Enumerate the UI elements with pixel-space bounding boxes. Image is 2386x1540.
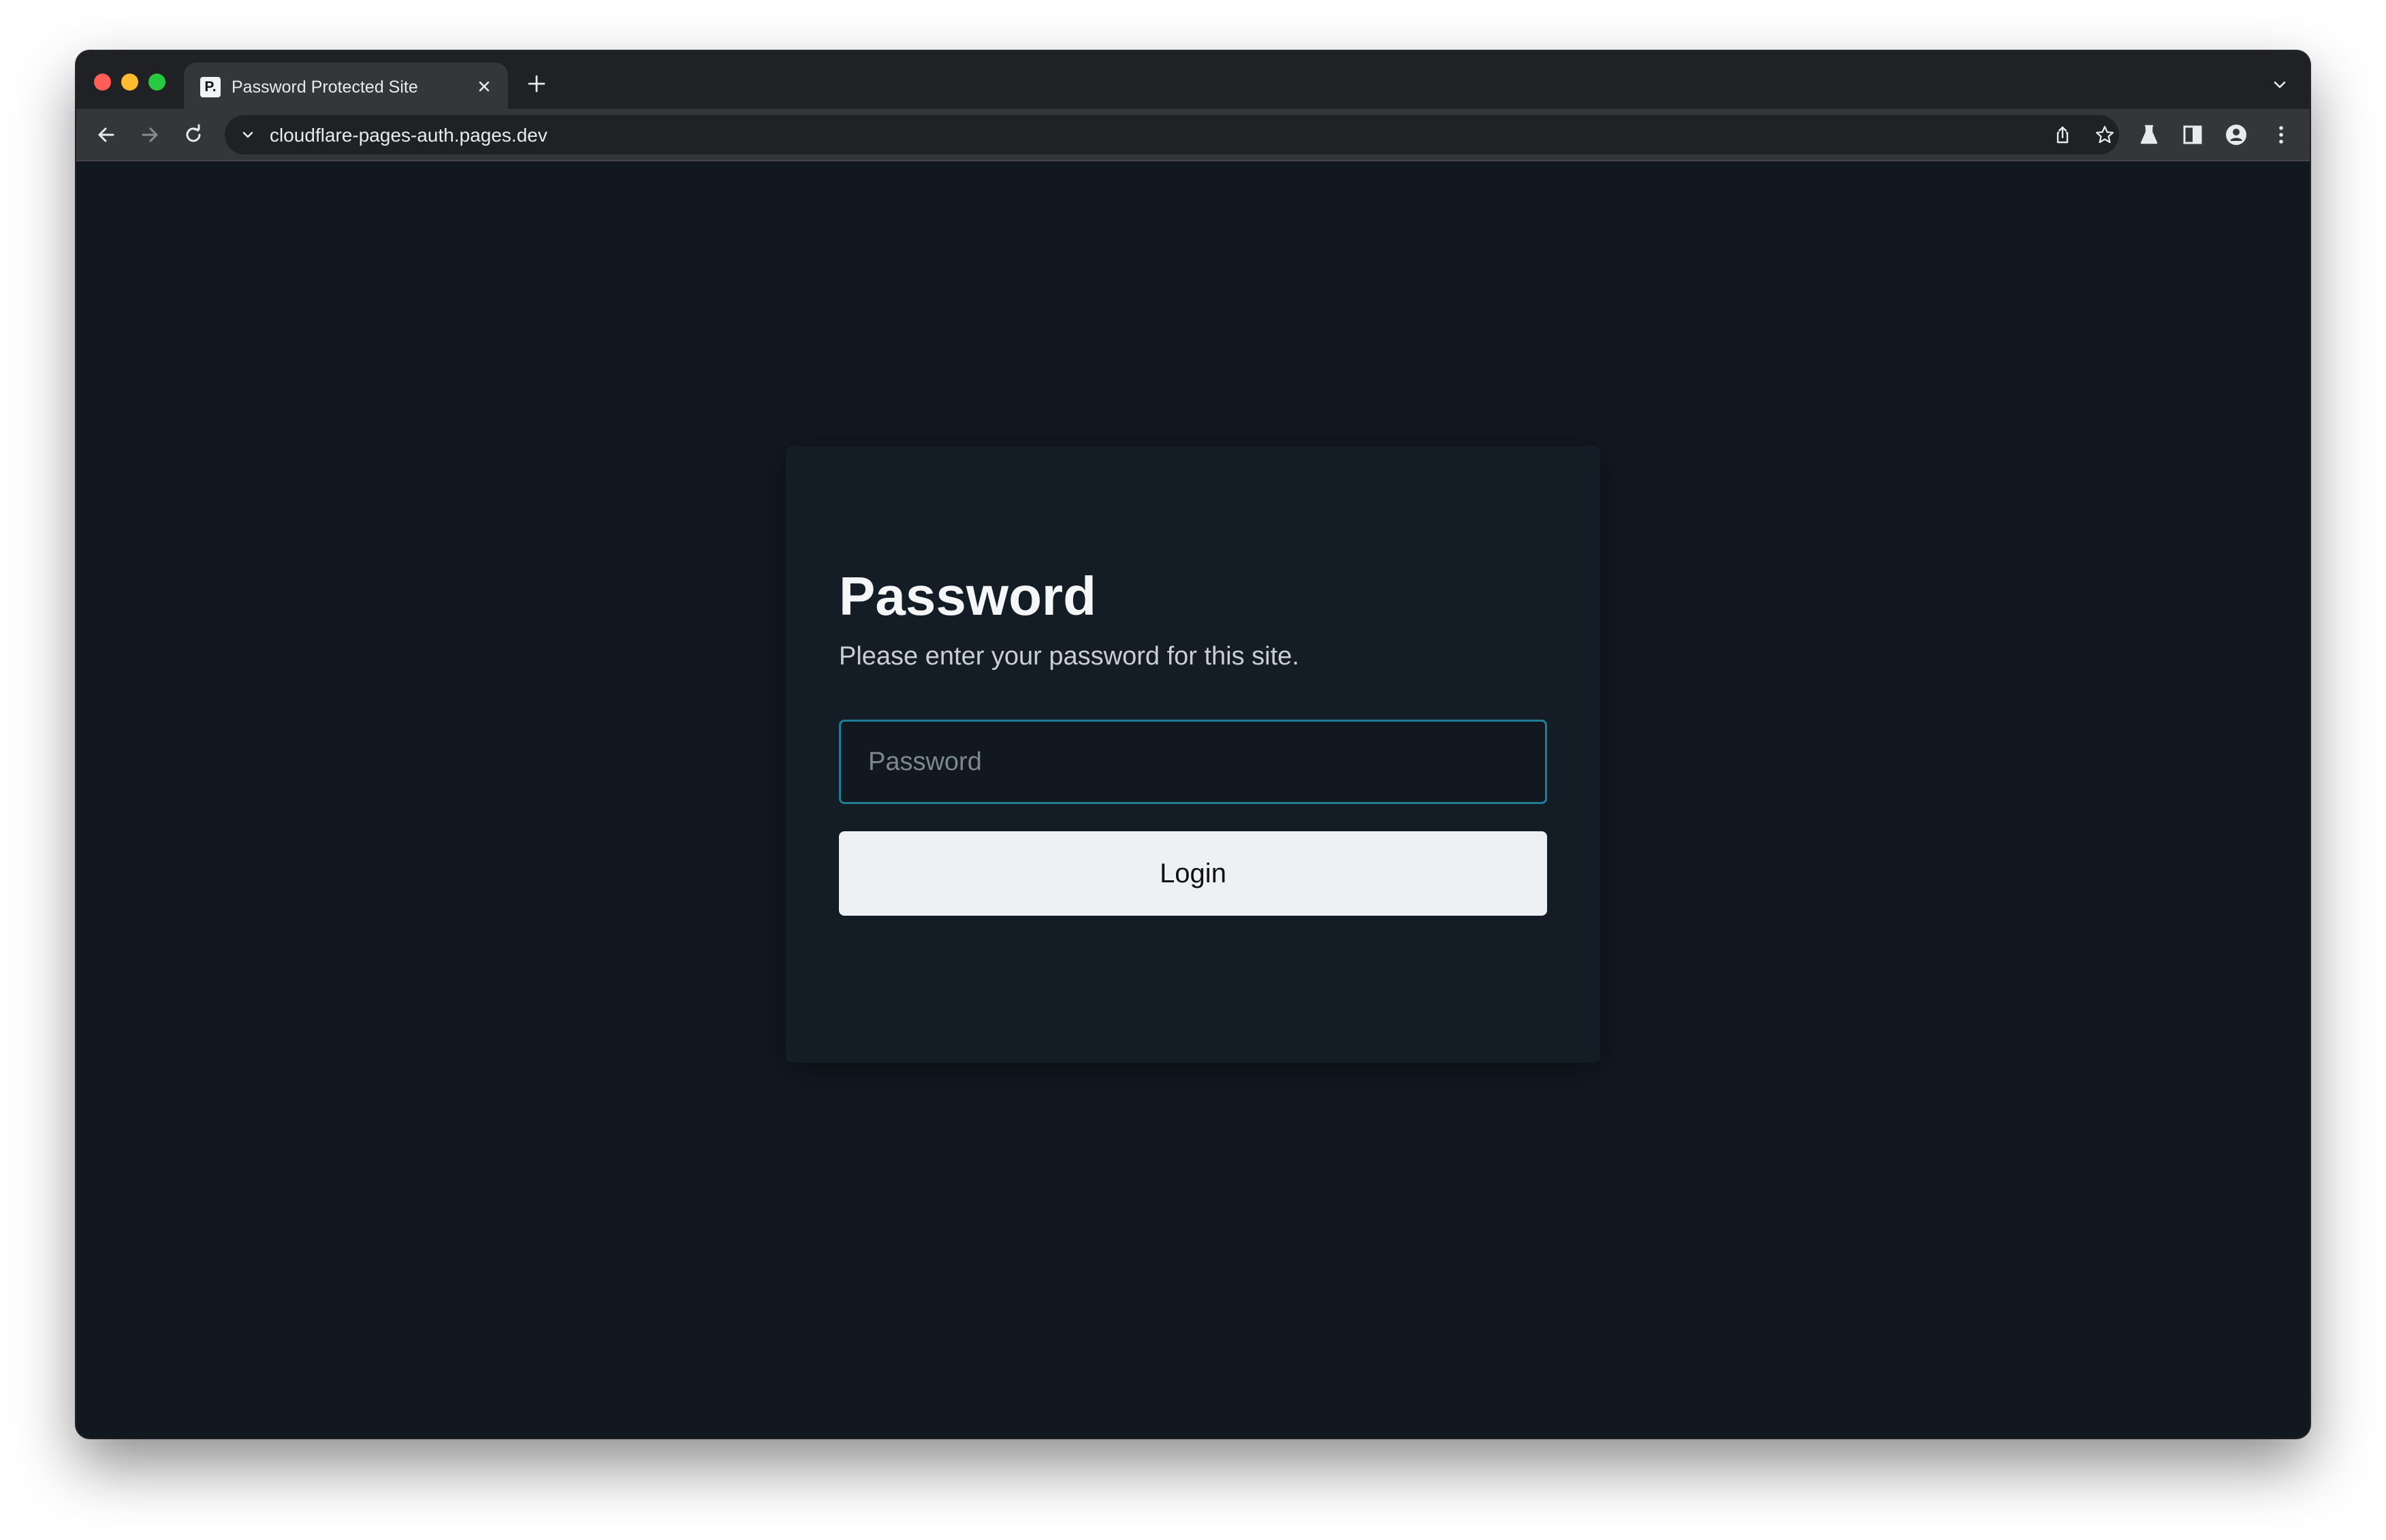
page-title: Password: [839, 566, 1096, 626]
bookmark-star-icon[interactable]: [2095, 125, 2115, 145]
login-card: Password Please enter your password for …: [786, 446, 1600, 1063]
tab-password-protected-site[interactable]: P. Password Protected Site: [184, 63, 508, 109]
close-tab-icon[interactable]: [474, 76, 494, 97]
new-tab-plus-icon[interactable]: [526, 73, 547, 95]
address-bar[interactable]: cloudflare-pages-auth.pages.dev: [225, 115, 2119, 155]
tab-strip: P. Password Protected Site: [76, 51, 2310, 109]
close-window-button[interactable]: [94, 74, 111, 91]
page-subtitle: Please enter your password for this site…: [839, 642, 1299, 671]
page-content: Password Please enter your password for …: [76, 161, 2310, 1438]
side-panel-icon[interactable]: [2180, 123, 2205, 147]
kebab-menu-icon[interactable]: [2269, 123, 2293, 147]
login-button[interactable]: Login: [839, 831, 1547, 916]
forward-arrow-icon[interactable]: [138, 123, 162, 147]
labs-flask-icon[interactable]: [2137, 123, 2161, 147]
minimize-window-button[interactable]: [121, 74, 138, 91]
site-favicon-icon: P.: [200, 77, 221, 97]
share-icon[interactable]: [2052, 125, 2073, 145]
tab-title: Password Protected Site: [232, 78, 418, 97]
address-bar-url[interactable]: cloudflare-pages-auth.pages.dev: [270, 125, 547, 146]
tab-search-chevron-down-icon[interactable]: [2270, 78, 2289, 92]
browser-window: P. Password Protected Site cloudflare-pa…: [76, 51, 2310, 1438]
zoom-window-button[interactable]: [148, 74, 165, 91]
reload-icon[interactable]: [181, 123, 206, 147]
site-info-chevron-down-icon[interactable]: [240, 127, 256, 143]
password-input[interactable]: [839, 720, 1547, 804]
profile-icon[interactable]: [2224, 123, 2248, 147]
back-arrow-icon[interactable]: [94, 123, 118, 147]
browser-toolbar: cloudflare-pages-auth.pages.dev: [76, 109, 2310, 161]
